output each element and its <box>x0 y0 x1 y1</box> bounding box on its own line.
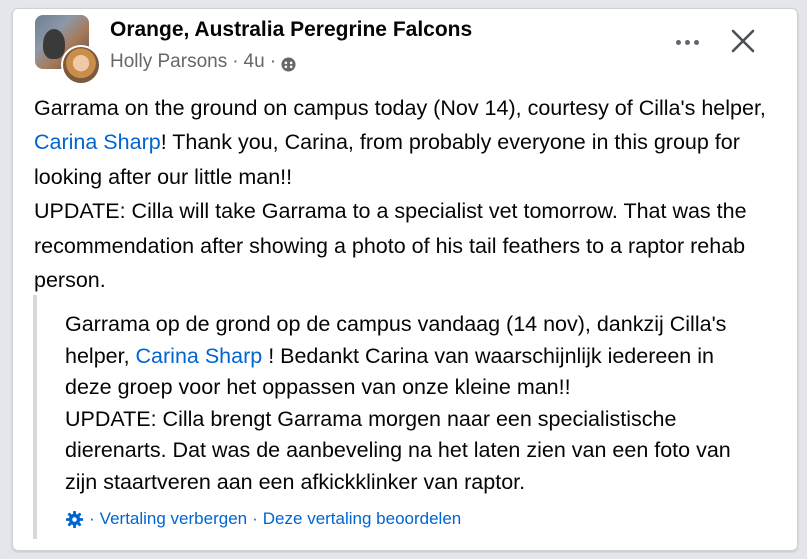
translation-paragraph: Garrama op de grond op de campus vandaag… <box>65 312 727 399</box>
post-card: Orange, Australia Peregrine Falcons Holl… <box>12 8 798 551</box>
post-meta: Holly Parsons · 4u · <box>110 51 296 73</box>
hide-translation-link[interactable]: Vertaling verbergen <box>100 509 247 529</box>
close-icon <box>731 29 755 53</box>
rate-translation-link[interactable]: Deze vertaling beoordelen <box>263 509 461 529</box>
gear-icon[interactable] <box>65 510 84 529</box>
translation-footer: · Vertaling verbergen · Deze vertaling b… <box>65 509 461 529</box>
meta-separator: · <box>269 51 277 72</box>
footer-separator: · <box>252 509 258 528</box>
globe-icon[interactable] <box>281 56 296 72</box>
meta-separator: · <box>232 51 239 72</box>
mention-link[interactable]: Carina Sharp <box>136 344 263 368</box>
author-avatar[interactable] <box>61 45 101 85</box>
post-paragraph: Garrama on the ground on campus today (N… <box>34 96 766 189</box>
more-options-icon <box>675 39 681 45</box>
post-body: Garrama on the ground on campus today (N… <box>34 91 774 297</box>
author-name-link[interactable]: Holly Parsons <box>110 51 227 73</box>
post-timestamp[interactable]: 4u <box>244 51 265 73</box>
close-button[interactable] <box>727 25 759 57</box>
translation-body: Garrama op de grond op de campus vandaag… <box>65 309 765 498</box>
translation-paragraph: UPDATE: Cilla brengt Garrama morgen naar… <box>65 406 731 494</box>
footer-separator: · <box>89 509 95 528</box>
group-name-link[interactable]: Orange, Australia Peregrine Falcons <box>110 18 472 42</box>
post-paragraph: UPDATE: Cilla will take Garrama to a spe… <box>34 199 747 293</box>
more-options-button[interactable] <box>672 29 702 55</box>
translation-block: Garrama op de grond op de campus vandaag… <box>33 295 773 539</box>
mention-link[interactable]: Carina Sharp <box>34 130 161 154</box>
avatar-group[interactable] <box>35 15 101 85</box>
